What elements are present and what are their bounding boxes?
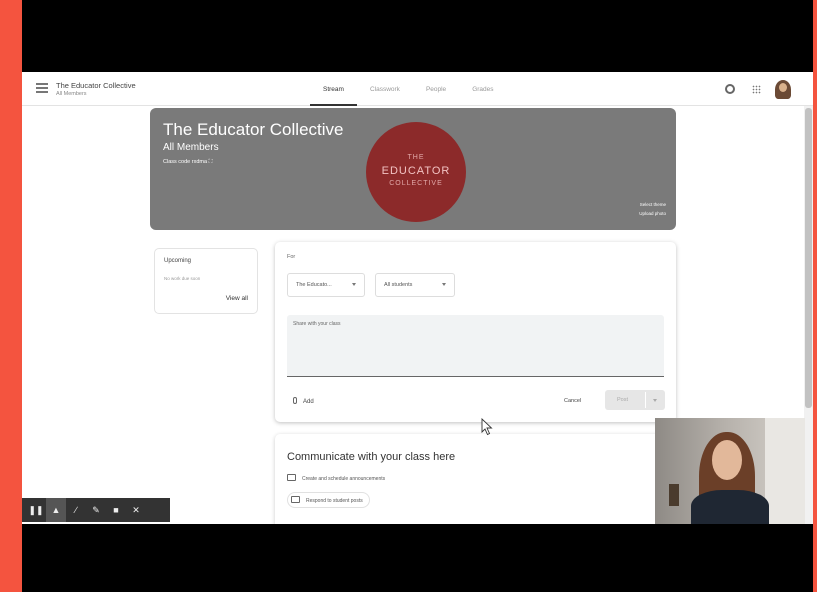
- share-input[interactable]: Share with your class: [287, 315, 664, 377]
- tab-classwork[interactable]: Classwork: [357, 72, 413, 106]
- for-label: For: [287, 254, 296, 260]
- expand-icon[interactable]: ⛶: [209, 159, 213, 165]
- upcoming-card: Upcoming No work due soon View all: [154, 248, 258, 314]
- view-all-link[interactable]: View all: [226, 295, 248, 302]
- classroom-screen: The Educator Collective All Members Stre…: [22, 72, 813, 524]
- tab-stream[interactable]: Stream: [310, 72, 357, 106]
- presenter-face: [712, 440, 742, 480]
- post-button-divider: [645, 392, 646, 408]
- top-bar: The Educator Collective All Members Stre…: [22, 72, 813, 106]
- announcement-icon: [287, 474, 296, 481]
- logo-line-2: EDUCATOR: [381, 165, 451, 177]
- respond-posts-item[interactable]: Respond to student posts: [287, 492, 370, 508]
- cancel-button[interactable]: Cancel: [564, 398, 581, 404]
- logo-line-1: THE: [407, 154, 425, 161]
- students-select[interactable]: All students: [375, 273, 455, 297]
- create-announcements-label: Create and schedule announcements: [302, 476, 386, 482]
- avatar[interactable]: [774, 80, 792, 100]
- post-composer: For The Educato... All students Share wi…: [275, 242, 676, 422]
- camera-icon[interactable]: ■: [106, 498, 126, 522]
- scrollbar-thumb[interactable]: [805, 108, 812, 408]
- class-subtitle: All Members: [56, 91, 87, 97]
- class-select-value: The Educato...: [296, 282, 332, 288]
- tab-grades[interactable]: Grades: [459, 72, 506, 106]
- chevron-down-icon[interactable]: [653, 399, 657, 402]
- pointer-icon[interactable]: ▲: [46, 498, 66, 522]
- gear-icon[interactable]: [725, 84, 735, 94]
- reply-icon: [291, 496, 300, 503]
- logo-line-3: COLLECTIVE: [389, 180, 443, 187]
- class-select[interactable]: The Educato...: [287, 273, 365, 297]
- tab-bar: Stream Classwork People Grades: [310, 72, 507, 106]
- banner-subtitle: All Members: [163, 142, 219, 153]
- highlighter-icon[interactable]: ✎: [86, 498, 106, 522]
- upcoming-heading: Upcoming: [164, 258, 192, 264]
- upload-photo-link[interactable]: Upload photo: [639, 211, 666, 216]
- class-banner: The Educator Collective All Members Clas…: [150, 108, 676, 230]
- students-select-value: All students: [384, 282, 413, 288]
- tab-people[interactable]: People: [413, 72, 459, 106]
- close-icon[interactable]: ✕: [126, 498, 146, 522]
- post-button[interactable]: Post: [605, 390, 665, 410]
- communicate-card: Communicate with your class here Create …: [275, 434, 676, 524]
- background-object: [669, 484, 679, 506]
- post-label: Post: [617, 397, 629, 403]
- presenter-body: [691, 490, 769, 524]
- drawing-toolbar: ❚❚ ▲ ∕ ✎ ■ ✕: [22, 498, 170, 522]
- add-label: Add: [303, 399, 314, 405]
- upcoming-note: No work due soon: [164, 276, 201, 281]
- mouse-cursor-icon: [481, 418, 493, 436]
- paperclip-icon: [293, 397, 297, 404]
- pause-icon[interactable]: ❚❚: [26, 498, 46, 522]
- select-theme-link[interactable]: Select theme: [640, 202, 666, 207]
- create-announcements-item[interactable]: Create and schedule announcements: [287, 474, 385, 482]
- background-door: [765, 418, 805, 524]
- class-code[interactable]: Class code rxdma ⛶: [163, 159, 212, 166]
- communicate-title: Communicate with your class here: [287, 451, 456, 463]
- class-title[interactable]: The Educator Collective: [56, 81, 136, 90]
- add-attachment-button[interactable]: Add: [293, 397, 314, 405]
- class-code-label: Class code: [163, 159, 191, 165]
- chevron-down-icon: [352, 283, 356, 286]
- class-logo: THE EDUCATOR COLLECTIVE: [366, 122, 466, 222]
- chevron-down-icon: [442, 283, 446, 286]
- respond-posts-label: Respond to student posts: [306, 498, 363, 504]
- class-code-value: rxdma: [191, 159, 208, 165]
- webcam-overlay: [655, 418, 805, 524]
- apps-grid-icon[interactable]: [752, 85, 761, 94]
- menu-icon[interactable]: [36, 83, 48, 93]
- pen-icon[interactable]: ∕: [66, 498, 86, 522]
- banner-title: The Educator Collective: [163, 120, 344, 139]
